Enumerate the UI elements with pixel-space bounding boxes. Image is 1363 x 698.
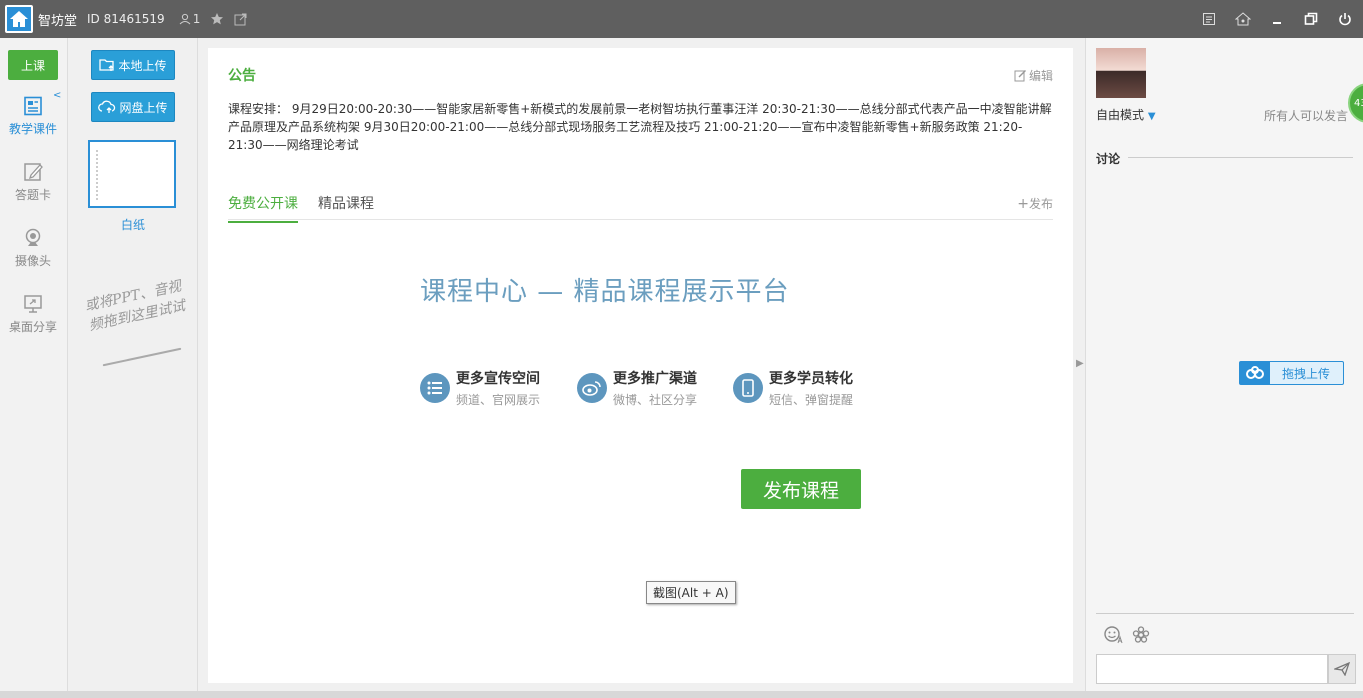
minimize-icon[interactable] xyxy=(1265,7,1289,31)
folder-upload-icon xyxy=(99,59,115,71)
home-logo-icon xyxy=(5,5,33,33)
teacher-avatar[interactable] xyxy=(1096,48,1146,98)
course-tabs: 免费公开课 精品课程 +发布 xyxy=(228,186,1053,223)
send-icon xyxy=(1334,662,1350,676)
user-count-value: 1 xyxy=(192,12,201,26)
local-upload-label: 本地上传 xyxy=(118,58,167,73)
restore-icon[interactable] xyxy=(1299,7,1323,31)
plus-icon: + xyxy=(1017,196,1029,212)
feature-subtitle: 短信、弹窗提醒 xyxy=(769,393,854,407)
feature-title: 更多推广渠道 xyxy=(613,371,697,387)
drag-hint-text: 或将PPT、音视频拖到这里试试 xyxy=(83,278,187,335)
nav-item-answer-card[interactable]: 答题卡 xyxy=(0,162,66,203)
share-link-icon[interactable] xyxy=(234,13,247,26)
notice-body: 课程安排： 9月29日20:00-20:30——智能家居新零售+新模式的发展前景… xyxy=(228,102,1052,152)
nav-item-desktop-share[interactable]: 桌面分享 xyxy=(0,294,66,335)
online-count-badge[interactable]: 43 xyxy=(1348,83,1363,123)
cloud-upload-button[interactable]: 网盘上传 xyxy=(91,92,175,122)
courseware-icon xyxy=(24,96,42,116)
tab-free-course[interactable]: 免费公开课 xyxy=(228,193,298,223)
chevron-down-icon: ▼ xyxy=(1147,111,1156,122)
discussion-divider xyxy=(1128,157,1353,158)
start-class-button[interactable]: 上课 xyxy=(8,50,58,80)
mode-dropdown[interactable]: 自由模式 ▼ xyxy=(1096,106,1156,123)
power-close-icon[interactable] xyxy=(1333,7,1357,31)
cloud-upload-icon xyxy=(98,100,116,113)
drag-upload-button[interactable]: 拖拽上传 xyxy=(1239,361,1344,385)
left-nav: 上课 < 教学课件 答题卡 摄像头 桌面分享 xyxy=(0,38,68,698)
edit-icon xyxy=(1014,70,1026,82)
status-bar xyxy=(0,691,1363,698)
main-area: 公告 编辑 课程安排： 9月29日20:00-20:30——智能家居新零售+新模… xyxy=(198,38,1084,698)
nav-item-label: 摄像头 xyxy=(14,254,51,268)
edit-label: 编辑 xyxy=(1028,69,1053,83)
drag-upload-label: 拖拽上传 xyxy=(1282,366,1331,381)
mode-label: 自由模式 xyxy=(1096,108,1145,122)
publish-course-button[interactable]: 发布课程 xyxy=(741,469,861,509)
baidu-cloud-icon xyxy=(1240,362,1270,384)
feature-student-conversion: 更多学员转化 短信、弹窗提醒 xyxy=(733,368,853,408)
right-panel: 自由模式 ▼ 所有人可以发言 43 讨论 拖拽上传 xyxy=(1085,38,1363,698)
publish-link[interactable]: +发布 xyxy=(1017,195,1053,212)
discussion-label: 讨论 xyxy=(1096,152,1121,166)
local-upload-button[interactable]: 本地上传 xyxy=(91,50,175,80)
list-icon xyxy=(420,373,450,403)
thumbnail-label: 白纸 xyxy=(120,218,145,232)
room-id: ID 81461519 xyxy=(87,12,165,26)
thumbnail-dots xyxy=(96,150,98,200)
window-controls xyxy=(1197,0,1357,38)
feature-promo-channel: 更多推广渠道 微博、社区分享 xyxy=(577,368,697,408)
tab-premium-course[interactable]: 精品课程 xyxy=(318,193,374,221)
cloud-upload-label: 网盘上传 xyxy=(119,100,168,115)
speak-permission-text: 所有人可以发言 xyxy=(1264,109,1349,123)
feature-title: 更多宣传空间 xyxy=(456,371,540,387)
send-button[interactable] xyxy=(1328,654,1356,684)
nav-item-label: 教学课件 xyxy=(8,122,57,136)
user-count[interactable]: 1 xyxy=(179,12,201,26)
drag-hint-underline xyxy=(102,347,182,367)
feature-subtitle: 微博、社区分享 xyxy=(613,393,698,407)
courseware-panel: 本地上传 网盘上传 白纸 或将PPT、音视频拖到这里试试 xyxy=(68,38,198,698)
flower-gift-icon[interactable] xyxy=(1132,626,1150,648)
home-settings-icon[interactable] xyxy=(1231,7,1255,31)
title-bar: 智坊堂 ID 81461519 1 xyxy=(0,0,1363,38)
favorite-star-icon[interactable] xyxy=(210,12,224,26)
publish-link-label: 发布 xyxy=(1028,197,1053,211)
feature-title: 更多学员转化 xyxy=(769,371,853,387)
notes-icon[interactable] xyxy=(1197,7,1221,31)
edit-notice-button[interactable]: 编辑 xyxy=(1014,67,1053,84)
main-panel: 公告 编辑 课程安排： 9月29日20:00-20:30——智能家居新零售+新模… xyxy=(208,48,1073,683)
course-center-title: 课程中心 — 精品课程展示平台 xyxy=(420,277,790,307)
panel-toggle-arrow-icon[interactable]: ▶ xyxy=(1076,358,1084,369)
app-title: 智坊堂 xyxy=(38,13,78,29)
online-count: 43 xyxy=(1354,97,1363,109)
feature-promo-space: 更多宣传空间 频道、官网展示 xyxy=(420,368,540,408)
weibo-icon xyxy=(577,373,607,403)
feature-subtitle: 频道、官网展示 xyxy=(456,393,541,407)
notice-title: 公告 xyxy=(228,68,256,84)
chat-input[interactable] xyxy=(1096,654,1328,684)
chat-divider xyxy=(1096,613,1354,614)
user-icon xyxy=(179,13,191,25)
whiteboard-thumbnail[interactable] xyxy=(88,140,176,208)
screenshot-tooltip: 截图(Alt + A) xyxy=(646,581,736,604)
desktop-share-icon xyxy=(24,295,42,313)
nav-item-label: 桌面分享 xyxy=(8,320,57,334)
phone-icon xyxy=(733,373,763,403)
emoji-icon[interactable] xyxy=(1104,626,1124,648)
nav-item-label: 答题卡 xyxy=(14,188,51,202)
app-window: 智坊堂 ID 81461519 1 上课 < 教学课件 答题卡 摄像头 桌面分享… xyxy=(0,0,1363,698)
nav-item-camera[interactable]: 摄像头 xyxy=(0,228,66,269)
nav-item-courseware[interactable]: 教学课件 xyxy=(0,96,66,137)
camera-icon xyxy=(25,228,41,246)
answer-card-icon xyxy=(24,163,43,181)
